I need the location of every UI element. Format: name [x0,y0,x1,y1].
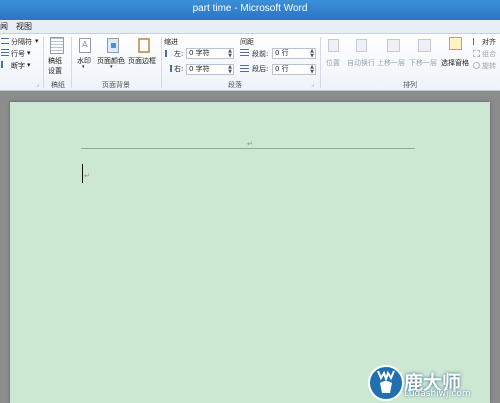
page-color-icon [107,38,119,53]
site-watermark: 鹿大师 Ludashiwj.com [366,358,500,403]
send-backward-button[interactable]: 下移一层 [409,58,437,68]
bring-forward-button[interactable]: 上移一层 [377,58,405,68]
spacing-after-spin-arrows-icon[interactable]: ▲ ▼ [310,65,314,75]
ribbon: 分隔符 ▾ 行号 ▾ 断字 ▾ ⌟ 稿纸 设置 稿纸 A 水印 ▾ 页面颜色 ▾… [0,34,500,91]
spacing-after-label: 段后: [252,65,269,73]
arrange-group-label: 排列 [403,81,417,89]
text-cursor [82,164,83,183]
indent-right-value: 0 字符 [189,65,210,73]
ribbon-tab-row: 闻 视图 [0,20,500,34]
rotate-icon [473,62,480,69]
page-borders-icon [138,38,150,53]
page-setup-launcher-icon[interactable]: ⌟ [36,81,39,88]
manuscript-settings-line2[interactable]: 设置 [48,66,62,76]
tab-partial-edge[interactable]: 闻 [0,21,8,32]
title-bar: part time - Microsoft Word [0,0,500,20]
paragraph-group-label: 段落 [228,81,242,89]
selection-pane-button[interactable]: 选择窗格 [441,58,469,68]
window-title: part time - Microsoft Word [192,3,308,14]
tab-view[interactable]: 视图 [16,21,32,32]
breaks-button[interactable]: 分隔符 [11,37,32,47]
group-objects-icon [473,50,480,57]
indent-left-stepper[interactable]: 0 字符 ▲ ▼ [186,48,234,59]
wrap-text-button[interactable]: 自动换行 [347,58,375,68]
send-backward-icon [418,39,431,52]
selection-pane-icon [449,37,462,50]
deer-logo-icon [368,365,404,401]
group-objects-button[interactable]: 组合 [482,49,496,59]
indent-left-icon [165,50,172,57]
group-divider [161,37,162,88]
line-numbers-chevron-icon[interactable]: ▾ [27,49,31,57]
hyphenation-chevron-icon[interactable]: ▾ [27,61,31,69]
hyphenation-button[interactable]: 断字 [11,61,25,71]
bring-forward-icon [387,39,400,52]
position-icon [328,39,339,52]
watermark-chevron-icon[interactable]: ▾ [82,64,85,70]
breaks-icon [1,38,9,44]
body-paragraph-mark: ↵ [84,172,90,180]
spacing-before-stepper[interactable]: 0 行 ▲ ▼ [272,48,316,59]
spacing-before-value: 0 行 [275,49,289,57]
indent-left-label: 左: [174,50,184,58]
indent-right-icon [165,65,172,72]
breaks-dropdown-chevron-icon[interactable]: ▾ [35,37,39,45]
spacing-after-value: 0 行 [275,65,289,73]
page-background-group-label: 页面背景 [102,81,130,89]
align-button[interactable]: 对齐 [482,37,496,47]
spacing-before-spin-arrows-icon[interactable]: ▲ ▼ [310,49,314,59]
indent-right-label: 右: [174,65,184,73]
line-numbers-button[interactable]: 行号 [11,49,25,59]
align-icon [473,38,480,45]
line-numbers-icon [1,49,9,56]
indent-right-stepper[interactable]: 0 字符 ▲ ▼ [186,64,234,75]
manuscript-settings-line1[interactable]: 稿纸 [48,56,62,66]
spacing-before-icon [240,49,249,57]
indent-title: 缩进 [164,38,178,46]
group-divider [320,37,321,88]
header-divider-line [81,148,415,149]
indent-left-spin-arrows-icon[interactable]: ▲ ▼ [228,49,232,59]
rotate-button[interactable]: 旋转 [482,61,496,71]
spacing-after-stepper[interactable]: 0 行 ▲ ▼ [272,64,316,75]
hyphenation-icon [1,61,9,68]
watermark-site: Ludashiwj.com [404,389,471,399]
spacing-title: 间距 [240,38,254,46]
spacing-before-label: 段前: [252,50,269,58]
group-divider [43,37,44,88]
indent-right-spin-arrows-icon[interactable]: ▲ ▼ [228,65,232,75]
manuscript-icon [50,37,64,54]
page-color-chevron-icon[interactable]: ▾ [110,64,113,70]
watermark-icon: A [79,38,91,53]
spacing-after-icon [240,65,249,73]
header-paragraph-mark: ↵ [247,140,253,148]
position-button[interactable]: 位置 [326,58,340,68]
wrap-text-icon [356,39,367,52]
indent-left-value: 0 字符 [189,49,210,57]
page-borders-button[interactable]: 页面边框 [128,56,156,66]
paragraph-launcher-icon[interactable]: ⌟ [311,81,314,88]
manuscript-group-label: 稿纸 [51,81,65,89]
